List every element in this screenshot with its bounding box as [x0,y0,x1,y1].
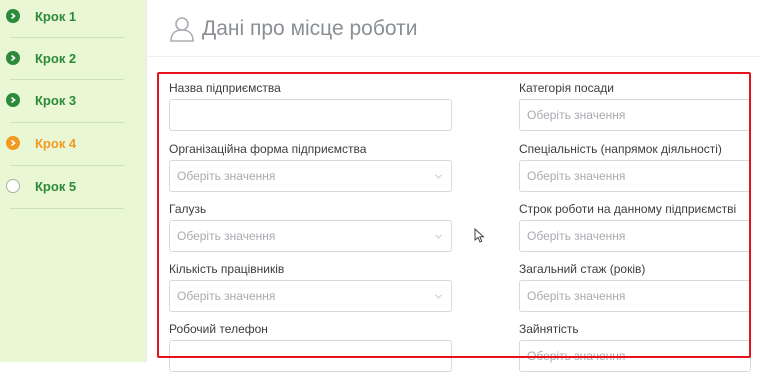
field-label-total-experience: Загальний стаж (років) [519,262,646,276]
chevron-down-icon [435,294,442,299]
employee-count-select[interactable]: Оберіть значення [169,280,452,312]
empty-circle-icon [6,179,20,193]
work-phone-field[interactable] [177,341,451,371]
employment-select[interactable]: Оберіть значення [519,340,751,372]
specialty-select[interactable]: Оберіть значення [519,160,751,192]
company-name-input[interactable] [169,99,452,131]
field-label-employee-count: Кількість працівників [169,262,285,276]
industry-select[interactable]: Оберіть значення [169,220,452,252]
work-term-select[interactable]: Оберіть значення [519,220,751,252]
main-panel: Дані про місце роботи Назва підприємства… [146,0,761,372]
position-category-placeholder: Оберіть значення [527,108,626,122]
step-label: Крок 3 [35,92,77,108]
position-category-select[interactable]: Оберіть значення [519,99,751,131]
page-title-text: Дані про місце роботи [202,17,418,40]
org-form-placeholder: Оберіть значення [177,169,276,183]
step-4[interactable]: Крок 4 [0,123,146,163]
title-divider [147,56,761,57]
field-label-work-phone: Робочий телефон [169,322,268,336]
field-label-org-form: Організаційна форма підприємства [169,142,367,156]
total-experience-placeholder: Оберіть значення [527,289,626,303]
step-label: Крок 4 [35,135,77,151]
step-divider [10,208,124,209]
field-label-employment: Зайнятість [519,322,579,336]
current-step-icon [6,136,20,150]
step-2[interactable]: Крок 2 [0,38,146,78]
field-label-position-category: Категорія посади [519,81,614,95]
chevron-down-icon [435,174,442,179]
field-label-work-term: Строк роботи на данному підприємстві [519,202,737,216]
employee-count-placeholder: Оберіть значення [177,289,276,303]
step-label: Крок 2 [35,50,77,66]
work-phone-input[interactable] [169,340,452,372]
check-circle-icon [6,93,20,107]
check-circle-icon [6,51,20,65]
employment-placeholder: Оберіть значення [527,349,626,363]
step-label: Крок 5 [35,178,77,194]
industry-placeholder: Оберіть значення [177,229,276,243]
step-label: Крок 1 [35,8,77,24]
field-label-company-name: Назва підприємства [169,81,281,95]
user-icon [170,17,194,42]
step-5[interactable]: Крок 5 [0,166,146,206]
specialty-placeholder: Оберіть значення [527,169,626,183]
field-label-industry: Галузь [169,202,207,216]
work-term-placeholder: Оберіть значення [527,229,626,243]
org-form-select[interactable]: Оберіть значення [169,160,452,192]
step-3[interactable]: Крок 3 [0,80,146,120]
page-title: Дані про місце роботи [168,14,417,44]
field-label-specialty: Спеціальність (напрямок діяльності) [519,142,722,156]
mouse-cursor-icon [474,228,485,243]
steps-sidebar: Крок 1 Крок 2 Крок 3 Крок 4 Крок 5 [0,0,146,362]
chevron-down-icon [435,234,442,239]
company-name-field[interactable] [177,100,451,130]
step-1[interactable]: Крок 1 [0,0,146,36]
check-circle-icon [6,9,20,23]
total-experience-select[interactable]: Оберіть значення [519,280,751,312]
